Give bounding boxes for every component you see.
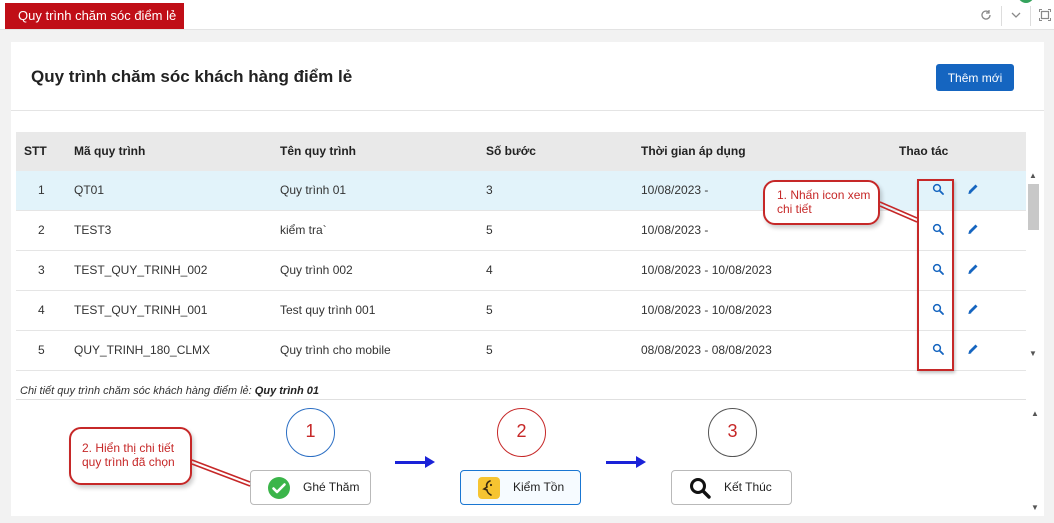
table-row[interactable]: 5 QUY_TRINH_180_CLMX Quy trình cho mobile 5… — [16, 331, 1026, 371]
column-header-actions: Thao tác — [899, 144, 949, 158]
pencil-icon[interactable] — [967, 183, 981, 197]
column-header-stt: STT — [24, 144, 47, 158]
row-code: QUY_TRINH_180_CLMX — [74, 343, 211, 357]
detail-caption-label: Chi tiết quy trình chăm sóc khách hàng đ… — [20, 385, 252, 397]
scroll-up-icon[interactable]: ▲ — [1029, 171, 1037, 180]
scrollbar-thumb[interactable] — [1028, 184, 1039, 230]
row-period: 10/08/2023 - 10/08/2023 — [641, 303, 772, 317]
divider — [1001, 6, 1002, 26]
row-code: TEST_QUY_TRINH_001 — [74, 303, 208, 317]
maximize-icon[interactable] — [1036, 8, 1054, 26]
row-steps: 5 — [486, 343, 493, 357]
step-label: Ghé Thăm — [303, 480, 360, 494]
row-period: 10/08/2023 - — [641, 223, 709, 237]
scroll-down-icon[interactable]: ▼ — [1031, 503, 1039, 512]
scroll-down-icon[interactable]: ▼ — [1029, 349, 1037, 358]
column-header-steps: Số bước — [486, 144, 536, 158]
top-bar: Quy trình chăm sóc điểm lẻ — [0, 0, 1054, 30]
action-highlight-box — [917, 179, 954, 371]
callout-view-detail: 1. Nhấn icon xem chi tiết — [763, 180, 880, 225]
add-new-button[interactable]: Thêm mới — [936, 64, 1014, 91]
callout-show-detail: 2. Hiển thị chi tiết quy trình đã chọn — [69, 427, 192, 485]
column-header-name: Tên quy trình — [280, 144, 356, 158]
row-name: Quy trình 002 — [280, 263, 353, 277]
pencil-icon[interactable] — [967, 223, 981, 237]
process-table: STT Mã quy trình Tên quy trình Số bước T… — [16, 132, 1026, 371]
row-name: Test quy trình 001 — [280, 303, 376, 317]
table-row[interactable]: 4 TEST_QUY_TRINH_001 Test quy trình 001 5 10… — [16, 291, 1026, 331]
pencil-icon[interactable] — [967, 263, 981, 277]
flow-arrow — [606, 461, 638, 464]
divider — [1030, 6, 1031, 26]
row-stt: 1 — [38, 183, 45, 197]
step-number-3: 3 — [708, 408, 757, 457]
search-icon — [688, 476, 712, 500]
status-indicator — [1018, 0, 1034, 3]
row-steps: 3 — [486, 183, 493, 197]
row-period: 08/08/2023 - 08/08/2023 — [641, 343, 772, 357]
row-steps: 4 — [486, 263, 493, 277]
row-name: Quy trình 01 — [280, 183, 347, 197]
pencil-icon[interactable] — [967, 303, 981, 317]
step-label: Kiểm Tồn — [513, 480, 565, 494]
refresh-icon[interactable] — [977, 8, 995, 26]
chevron-down-icon[interactable] — [1007, 8, 1025, 26]
detail-scrollbar[interactable]: ▲ ▼ — [1030, 409, 1040, 513]
row-period: 10/08/2023 - 10/08/2023 — [641, 263, 772, 277]
table-scrollbar[interactable]: ▲ ▼ — [1026, 171, 1040, 361]
column-header-period: Thời gian áp dụng — [641, 144, 746, 158]
step-inventory-button[interactable]: Kiểm Tồn — [460, 470, 581, 505]
row-code: QT01 — [74, 183, 105, 197]
row-name: Quy trình cho mobile — [280, 343, 391, 357]
page-title: Quy trình chăm sóc khách hàng điểm lẻ — [31, 67, 353, 86]
main-panel: Quy trình chăm sóc khách hàng điểm lẻ Th… — [11, 42, 1044, 516]
check-circle-icon — [267, 476, 291, 500]
step-number-2: 2 — [497, 408, 546, 457]
pencil-icon[interactable] — [967, 343, 981, 357]
row-stt: 5 — [38, 343, 45, 357]
scroll-up-icon[interactable]: ▲ — [1031, 409, 1039, 418]
row-steps: 5 — [486, 303, 493, 317]
row-stt: 4 — [38, 303, 45, 317]
step-finish-button[interactable]: Kết Thúc — [671, 470, 792, 505]
divider — [16, 399, 1026, 400]
module-tab[interactable]: Quy trình chăm sóc điểm lẻ — [5, 3, 184, 29]
inventory-icon — [477, 476, 501, 500]
step-number-1: 1 — [286, 408, 335, 457]
row-stt: 3 — [38, 263, 45, 277]
flow-arrow — [395, 461, 427, 464]
detail-caption: Chi tiết quy trình chăm sóc khách hàng đ… — [20, 385, 319, 397]
row-code: TEST_QUY_TRINH_002 — [74, 263, 208, 277]
table-header: STT Mã quy trình Tên quy trình Số bước T… — [16, 132, 1026, 171]
step-label: Kết Thúc — [724, 480, 772, 494]
row-period: 10/08/2023 - — [641, 183, 709, 197]
divider — [11, 110, 1044, 111]
row-name: kiểm tra` — [280, 223, 327, 237]
row-steps: 5 — [486, 223, 493, 237]
flow-arrow-head — [636, 456, 646, 468]
flow-arrow-head — [425, 456, 435, 468]
detail-selected-name: Quy trình 01 — [254, 385, 319, 397]
row-stt: 2 — [38, 223, 45, 237]
table-row[interactable]: 3 TEST_QUY_TRINH_002 Quy trình 002 4 10/08/2… — [16, 251, 1026, 291]
column-header-code: Mã quy trình — [74, 144, 146, 158]
row-code: TEST3 — [74, 223, 112, 237]
step-visit-button[interactable]: Ghé Thăm — [250, 470, 371, 505]
